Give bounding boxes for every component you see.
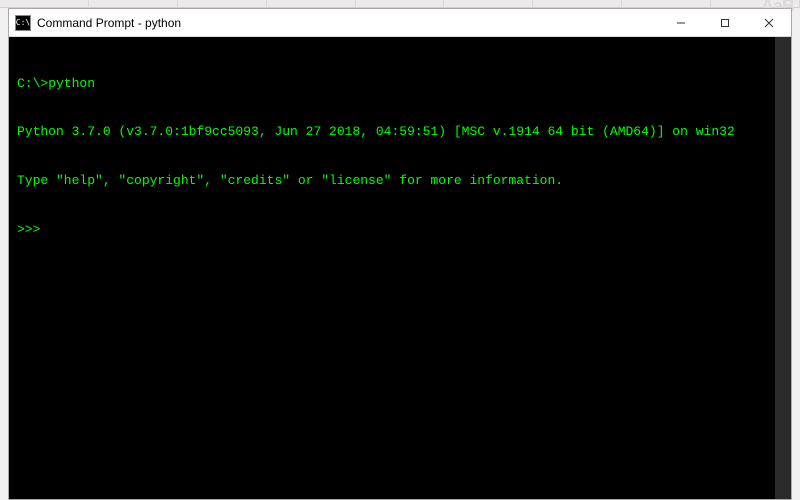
window-controls	[659, 9, 791, 36]
close-button[interactable]	[747, 9, 791, 36]
minimize-button[interactable]	[659, 9, 703, 36]
titlebar[interactable]: C:\ Command Prompt - python	[9, 9, 791, 37]
terminal-area[interactable]: C:\>python Python 3.7.0 (v3.7.0:1bf9cc50…	[9, 37, 791, 499]
prompt-symbol: >>>	[17, 222, 40, 238]
scrollbar-thumb[interactable]	[775, 37, 791, 499]
background-ribbon	[0, 0, 800, 8]
terminal-line: Type "help", "copyright", "credits" or "…	[17, 173, 783, 189]
window-title: Command Prompt - python	[37, 16, 181, 30]
python-prompt: >>>	[17, 222, 783, 238]
cmd-icon-label: C:\	[16, 19, 30, 27]
minimize-icon	[676, 18, 686, 28]
command-prompt-window: C:\ Command Prompt - python C:\>python P…	[8, 8, 792, 500]
terminal-line: Python 3.7.0 (v3.7.0:1bf9cc5093, Jun 27 …	[17, 124, 783, 140]
terminal-line: C:\>python	[17, 76, 783, 92]
vertical-scrollbar[interactable]	[775, 37, 791, 499]
close-icon	[764, 18, 774, 28]
cmd-icon: C:\	[15, 15, 31, 31]
maximize-icon	[720, 18, 730, 28]
maximize-button[interactable]	[703, 9, 747, 36]
